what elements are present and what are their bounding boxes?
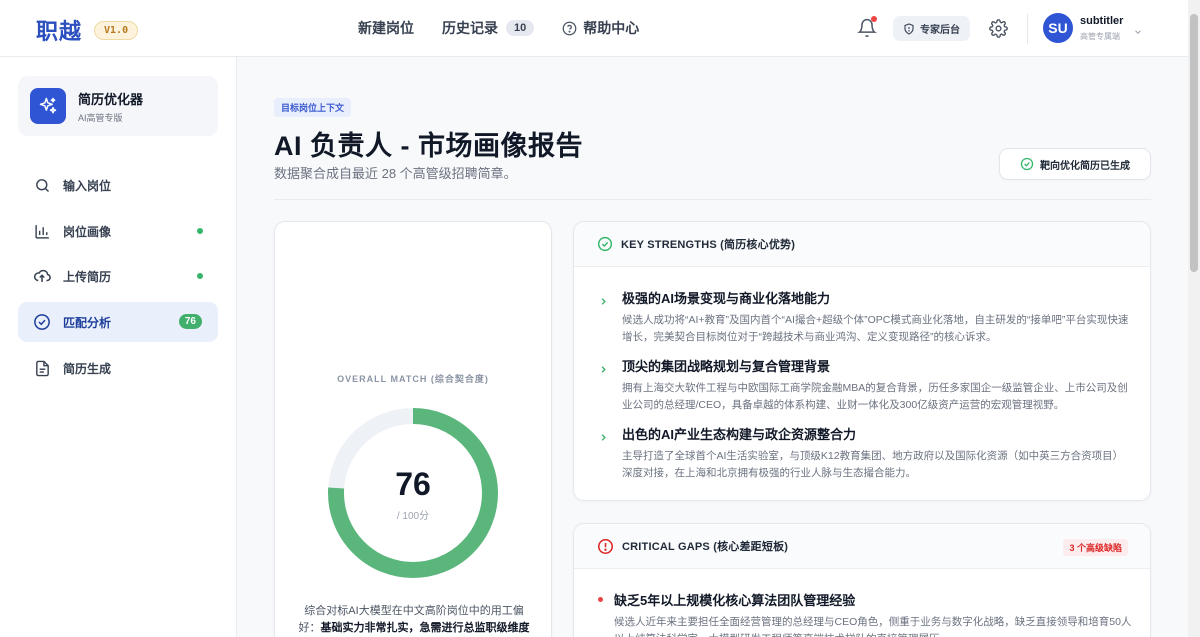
user-role: 高管专属端 — [1080, 32, 1120, 41]
match-summary: 综合对标AI大模型在中文高阶岗位中的用工偏好：基础实力非常扎实，急需进行总监职级… — [297, 603, 531, 637]
cloud-upload-icon — [33, 267, 51, 285]
sidebar-item-label: 简历生成 — [63, 361, 112, 376]
check-circle-icon — [33, 313, 51, 331]
nav-label: 帮助中心 — [583, 20, 640, 36]
key-strengths-header: KEY STRENGTHS (简历核心优势) — [574, 222, 1150, 267]
overall-match-card: OVERALL MATCH (综合契合度) 76 / 100分 综合对标AI大模… — [274, 221, 552, 637]
expert-console-button[interactable]: 专家后台 — [893, 16, 970, 41]
strength-title: 出色的AI产业生态构建与政企资源整合力 — [622, 427, 857, 442]
completed-dot — [197, 273, 203, 279]
gap-text: 候选人近年来主要担任全面经营管理的总经理与CEO角色，侧重于业务与数字化战略，缺… — [614, 616, 1132, 637]
match-summary-bold: 基础实力非常扎实，急需进行总监职级维度 — [320, 622, 530, 634]
sidebar: 简历优化器 AI高管专版 输入岗位 岗位画像 上传简历 匹配分析 76 简历生成 — [0, 57, 237, 637]
check-circle-icon — [1020, 157, 1034, 171]
alert-circle-icon — [597, 538, 614, 555]
sidebar-item-input-position[interactable]: 输入岗位 — [18, 165, 218, 205]
gap-bullet — [598, 597, 603, 602]
user-name[interactable]: subtitler — [1080, 15, 1123, 27]
nav-help-center[interactable]: 帮助中心 — [562, 18, 639, 38]
strength-item: 极强的AI场景变现与商业化落地能力 候选人成功将“AI+教育”及国内首个“AI撮… — [598, 288, 1133, 346]
strength-text: 主导打造了全球首个AI生活实验室，与顶级K12教育集团、地方政府以及国际化资源（… — [622, 450, 1124, 479]
history-count-badge: 10 — [506, 20, 535, 36]
nav-label: 历史记录 — [442, 20, 498, 36]
sidebar-item-label: 岗位画像 — [63, 224, 112, 239]
match-score-max: / 100分 — [396, 511, 430, 522]
strength-title: 顶尖的集团战略规划与复合管理背景 — [622, 359, 831, 374]
sidebar-item-position-profile[interactable]: 岗位画像 — [18, 211, 218, 251]
sidebar-item-label: 输入岗位 — [63, 178, 112, 193]
brand-logo[interactable]: 职越 — [36, 14, 82, 46]
strength-item: 出色的AI产业生态构建与政企资源整合力 主导打造了全球首个AI生活实验室，与顶级… — [598, 424, 1133, 482]
sidebar-item-label: 匹配分析 — [63, 315, 112, 330]
document-icon — [33, 359, 51, 377]
gap-count-badge: 3 个高级缺陷 — [1063, 539, 1128, 556]
context-tag: 目标岗位上下文 — [274, 98, 352, 117]
expert-console-label: 专家后台 — [920, 25, 960, 36]
scrollbar-thumb[interactable] — [1190, 14, 1198, 272]
completed-dot — [197, 228, 203, 234]
sidebar-item-match-analysis[interactable]: 匹配分析 76 — [18, 302, 218, 342]
status-label: 靶向优化简历已生成 — [1040, 160, 1130, 172]
app-card: 简历优化器 AI高管专版 — [18, 76, 218, 136]
top-bar: 职越 V1.0 新建岗位 历史记录 10 帮助中心 — [0, 0, 1188, 57]
app-title: 简历优化器 — [78, 91, 144, 107]
match-score-value: 76 — [395, 466, 431, 502]
critical-gaps-title: CRITICAL GAPS (核心差距短板) — [622, 541, 789, 553]
page-subtitle: 数据聚合成自最近 28 个高管级招聘简章。 — [274, 166, 517, 181]
sidebar-item-resume-generation[interactable]: 简历生成 — [18, 348, 218, 388]
strength-item: 顶尖的集团战略规划与复合管理背景 拥有上海交大软件工程与中欧国际工商学院金融MB… — [598, 356, 1133, 414]
notification-dot — [871, 16, 877, 22]
strength-text: 候选人成功将“AI+教育”及国内首个“AI撮合+超级个体”OPC模式商业化落地，… — [622, 314, 1129, 343]
nav-new-position[interactable]: 新建岗位 — [358, 18, 414, 38]
key-strengths-title: KEY STRENGTHS (简历核心优势) — [621, 239, 796, 251]
search-icon — [33, 176, 51, 194]
chevron-right-icon — [598, 294, 609, 312]
page-title: AI 负责人 - 市场画像报告 — [274, 131, 583, 161]
critical-gaps-header: CRITICAL GAPS (核心差距短板) 3 个高级缺陷 — [574, 524, 1150, 569]
header-divider — [1027, 14, 1028, 44]
overall-match-label: OVERALL MATCH (综合契合度) — [337, 374, 489, 384]
main-nav: 新建岗位 历史记录 10 帮助中心 — [358, 18, 667, 38]
sidebar-item-label: 上传简历 — [63, 269, 112, 284]
shield-icon — [904, 22, 914, 35]
brand[interactable]: 职越 V1.0 — [36, 14, 139, 46]
sidebar-item-upload-resume[interactable]: 上传简历 — [18, 256, 218, 296]
chevron-down-icon[interactable] — [1133, 24, 1143, 42]
bar-chart-icon — [33, 222, 51, 240]
help-icon — [562, 21, 577, 36]
strength-title: 极强的AI场景变现与商业化落地能力 — [622, 291, 831, 306]
gap-title: 缺乏5年以上规模化核心算法团队管理经验 — [614, 593, 856, 608]
chevron-right-icon — [598, 362, 609, 380]
gap-item: 缺乏5年以上规模化核心算法团队管理经验 候选人近年来主要担任全面经营管理的总经理… — [598, 590, 1133, 637]
match-score-badge: 76 — [178, 314, 202, 329]
status-badge[interactable]: 靶向优化简历已生成 — [999, 148, 1151, 180]
sparkle-icon — [30, 88, 66, 124]
check-circle-icon — [597, 236, 613, 252]
section-divider — [274, 199, 1151, 200]
gear-icon[interactable] — [989, 19, 1008, 38]
nav-history[interactable]: 历史记录 10 — [442, 18, 535, 38]
chevron-right-icon — [598, 430, 609, 448]
version-badge: V1.0 — [94, 20, 139, 40]
app-subtitle: AI高管专版 — [78, 112, 123, 123]
avatar[interactable]: SU — [1043, 13, 1073, 43]
strength-text: 拥有上海交大软件工程与中欧国际工商学院金融MBA的复合背景，历任多家国企一级监管… — [622, 382, 1128, 411]
key-strengths-card: KEY STRENGTHS (简历核心优势) 极强的AI场景变现与商业化落地能力… — [573, 221, 1151, 501]
nav-label: 新建岗位 — [358, 20, 414, 36]
critical-gaps-card: CRITICAL GAPS (核心差距短板) 3 个高级缺陷 缺乏5年以上规模化… — [573, 523, 1151, 637]
